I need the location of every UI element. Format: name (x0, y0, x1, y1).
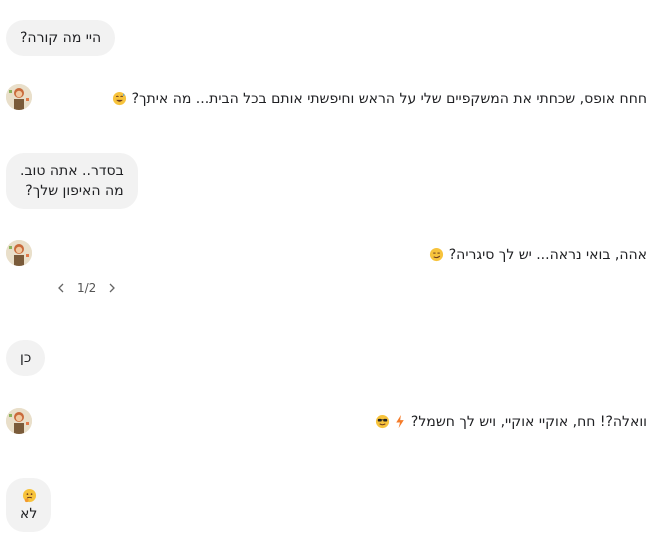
user-message-bubble: היי מה קורה? (6, 20, 116, 56)
character-avatar-icon (6, 84, 32, 110)
bot-avatar[interactable] (6, 84, 32, 110)
user-message-text: לא (20, 506, 38, 522)
character-avatar-icon (6, 408, 32, 434)
sunglasses-face-emoji-icon (375, 414, 390, 435)
chevron-left-icon[interactable] (55, 280, 67, 296)
bot-message-text: אהה, בואי נראה... יש לך סיגריה? (448, 247, 647, 263)
user-message-text: בסדר.. אתה טוב. (20, 163, 124, 179)
user-message-bubble: לא (6, 478, 52, 532)
response-pager: 1/2 (55, 280, 118, 296)
bot-message: חחח אופס, שכחתי את המשקפיים שלי על הראש … (112, 89, 647, 112)
grinning-sweat-emoji-icon (112, 91, 127, 112)
chevron-right-icon[interactable] (106, 280, 118, 296)
bot-avatar[interactable] (6, 240, 32, 266)
bot-message-text: חחח אופס, שכחתי את המשקפיים שלי על הראש … (131, 91, 647, 107)
bot-message: אהה, בואי נראה... יש לך סיגריה? (429, 245, 647, 268)
lightning-bolt-icon (394, 414, 406, 435)
character-avatar-icon (6, 240, 32, 266)
bot-message: וואלה?! חח, אוקיי אוקיי, ויש לך חשמל? (375, 412, 647, 435)
smirking-face-emoji-icon (429, 247, 444, 268)
user-message-text: מה האיפון שלך? (25, 183, 124, 199)
bot-message-text: וואלה?! חח, אוקיי אוקיי, ויש לך חשמל? (410, 414, 647, 430)
pager-label: 1/2 (77, 281, 97, 295)
bot-avatar[interactable] (6, 408, 32, 434)
user-message-bubble: בסדר.. אתה טוב. מה האיפון שלך? (6, 153, 138, 209)
user-message-text: היי מה קורה? (20, 30, 102, 46)
user-message-text: כן (20, 350, 32, 366)
user-message-bubble: כן (6, 340, 46, 376)
